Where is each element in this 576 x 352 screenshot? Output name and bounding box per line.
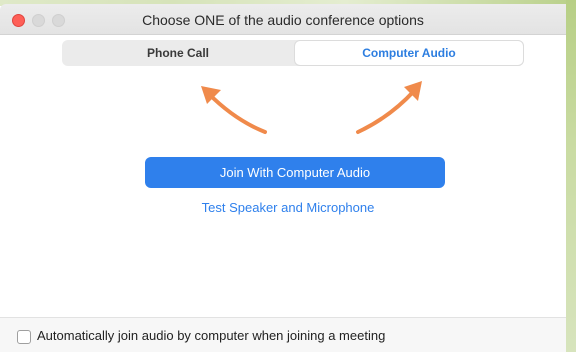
audio-options-window: Choose ONE of the audio conference optio… (0, 0, 576, 352)
auto-join-audio-checkbox[interactable] (17, 330, 31, 344)
auto-join-audio-label[interactable]: Automatically join audio by computer whe… (37, 328, 385, 343)
join-with-computer-audio-button[interactable]: Join With Computer Audio (145, 157, 445, 188)
desktop-background-right (566, 0, 576, 352)
tab-computer-audio[interactable]: Computer Audio (295, 41, 523, 65)
footer-bar: Automatically join audio by computer whe… (0, 317, 566, 352)
title-bar: Choose ONE of the audio conference optio… (0, 4, 566, 35)
tab-phone-call[interactable]: Phone Call (62, 40, 294, 66)
dialog-content: Phone Call Computer Audio Join With Comp… (0, 35, 566, 317)
window-title: Choose ONE of the audio conference optio… (142, 12, 424, 28)
test-speaker-microphone-link[interactable]: Test Speaker and Microphone (0, 200, 576, 215)
arrow-to-phone-call-icon (201, 86, 267, 134)
arrow-to-computer-audio-icon (356, 81, 422, 134)
audio-tabs: Phone Call Computer Audio (62, 40, 524, 66)
